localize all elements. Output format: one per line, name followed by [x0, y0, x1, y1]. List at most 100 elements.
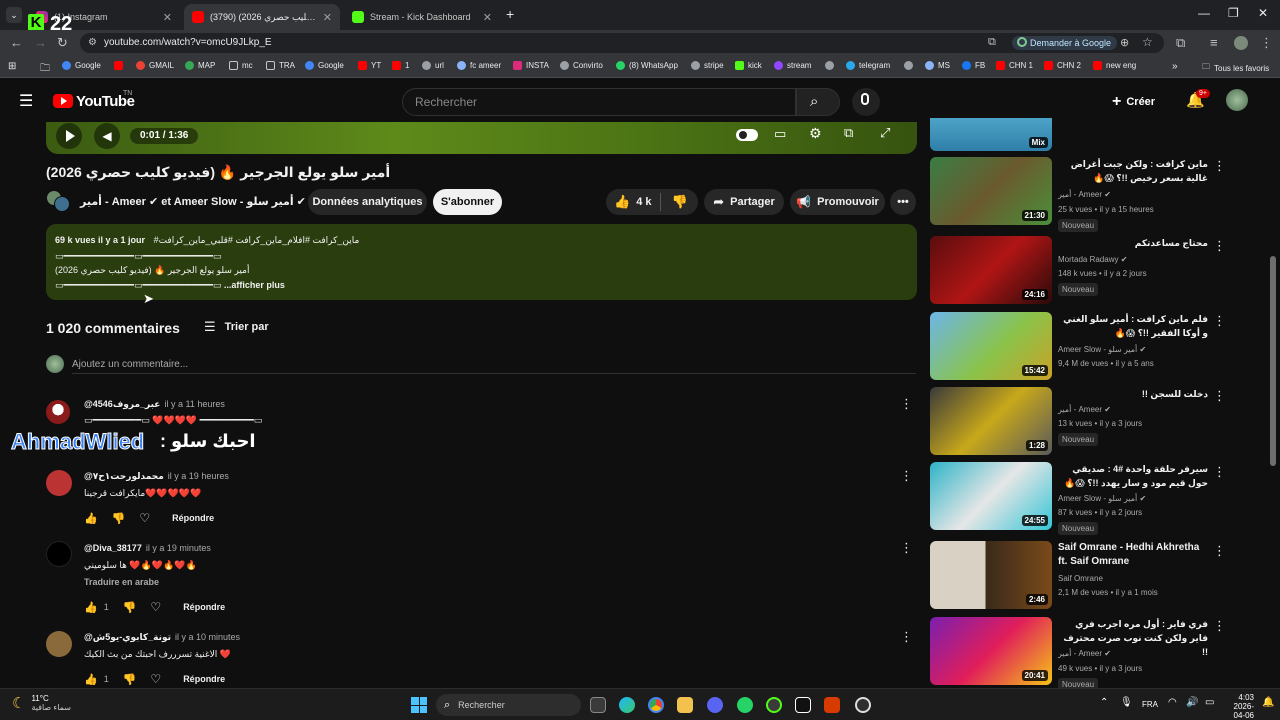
- maximize-button[interactable]: ❐: [1228, 6, 1239, 20]
- bookmark-tra[interactable]: TRA: [266, 61, 295, 70]
- dislike-icon[interactable]: 👎: [123, 601, 137, 614]
- reply-button[interactable]: Répondre: [183, 602, 225, 612]
- comment-author[interactable]: @محمدلورحت١ح٧ il y a 19 heures: [84, 471, 229, 482]
- subscribe-button[interactable]: S'abonner: [433, 189, 502, 215]
- video-channel[interactable]: أمير - Ameer ✔: [1058, 190, 1111, 199]
- comment-menu-icon[interactable]: ⋮: [900, 468, 913, 484]
- close-icon[interactable]: ✕: [477, 11, 492, 24]
- video-title[interactable]: محتاج مساعدتكم: [1058, 236, 1208, 250]
- promote-button[interactable]: 📢 Promouvoir: [790, 189, 885, 215]
- video-menu-icon[interactable]: ⋮: [1213, 618, 1226, 634]
- close-icon[interactable]: ✕: [317, 11, 332, 24]
- kick-app-icon[interactable]: [766, 697, 782, 713]
- bookmark-gmail[interactable]: GMAIL: [136, 61, 174, 70]
- voice-search-button[interactable]: [852, 88, 880, 116]
- tray-chevron-icon[interactable]: ⌃: [1100, 697, 1108, 708]
- heart-icon[interactable]: ♡: [150, 672, 161, 686]
- microphone-tray-icon[interactable]: 🎙: [1120, 697, 1133, 708]
- video-title[interactable]: Saif Omrane - Hedhi Akhretha ft. Saif Om…: [1058, 541, 1208, 569]
- whatsapp-icon[interactable]: [737, 697, 753, 713]
- battery-icon[interactable]: ▭: [1205, 697, 1214, 708]
- heart-icon[interactable]: ♡: [150, 600, 161, 614]
- avatar[interactable]: [46, 400, 70, 424]
- bookmark-stripe[interactable]: stripe: [691, 61, 724, 70]
- video-thumbnail[interactable]: 15:42: [930, 312, 1052, 380]
- reload-button[interactable]: ↻: [57, 35, 68, 51]
- avatar[interactable]: [46, 541, 72, 567]
- video-channel[interactable]: Saif Omrane: [1058, 574, 1103, 583]
- video-title[interactable]: دخلت للسجن !!: [1058, 387, 1208, 401]
- start-button[interactable]: [411, 697, 427, 713]
- description-box[interactable]: 69 k vues il y a 1 jour #ماين_كرافت #افل…: [46, 224, 917, 300]
- video-menu-icon[interactable]: ⋮: [1213, 158, 1226, 174]
- clock[interactable]: 4:03 2026-04-06: [1222, 693, 1254, 720]
- like-button[interactable]: 👍 4 k: [606, 194, 651, 210]
- media-icon[interactable]: ≡: [1210, 35, 1218, 50]
- autoplay-toggle[interactable]: [736, 129, 758, 141]
- search-input[interactable]: Rechercher: [402, 88, 796, 116]
- task-view-icon[interactable]: [590, 697, 606, 713]
- bookmark-url[interactable]: url: [422, 61, 444, 70]
- bookmark-telegram[interactable]: telegram: [846, 61, 890, 70]
- bookmark-folder-icon[interactable]: 🗀: [40, 61, 50, 78]
- weather-widget[interactable]: ☾ 11°C سماء صافية: [12, 694, 71, 712]
- video-thumbnail[interactable]: 21:30: [930, 157, 1052, 225]
- office-icon[interactable]: [824, 697, 840, 713]
- video-channel[interactable]: Mortada Radawy ✔: [1058, 255, 1127, 264]
- more-bookmarks-icon[interactable]: »: [1172, 61, 1178, 72]
- wifi-icon[interactable]: ◠: [1168, 697, 1177, 708]
- video-title[interactable]: سيرفر حلقة واحدة #4 : صديقي حول قيم مود …: [1058, 462, 1208, 490]
- close-window-button[interactable]: ✕: [1258, 6, 1268, 20]
- volume-tray-icon[interactable]: 🔊: [1186, 697, 1198, 708]
- obs-icon[interactable]: [855, 697, 871, 713]
- bookmark-chn2[interactable]: CHN 2: [1044, 61, 1081, 70]
- avatar[interactable]: [46, 470, 72, 496]
- account-avatar[interactable]: [1226, 89, 1248, 111]
- bookmark-fc-ameer[interactable]: fc ameer: [457, 61, 501, 70]
- install-app-icon[interactable]: ⧉: [988, 36, 996, 49]
- forward-button[interactable]: →: [34, 35, 47, 50]
- like-icon[interactable]: 👍: [84, 512, 98, 525]
- hashtags[interactable]: #ماين_كرافت #افلام_ماين_كرافت #قلبي_ماين…: [154, 235, 360, 245]
- close-icon[interactable]: ✕: [157, 11, 172, 24]
- create-button[interactable]: + Créer: [1112, 93, 1155, 111]
- bookmark-star-icon[interactable]: ☆: [1142, 35, 1153, 49]
- bookmark-globe-2[interactable]: [904, 61, 917, 70]
- miniplayer-icon[interactable]: ⧉: [844, 125, 853, 141]
- video-channel[interactable]: أمير - Ameer ✔: [1058, 649, 1111, 658]
- reply-button[interactable]: Répondre: [183, 674, 225, 684]
- more-actions-button[interactable]: •••: [890, 189, 916, 215]
- bookmark-google-2[interactable]: Google: [305, 61, 344, 70]
- menu-icon[interactable]: ⋮: [1260, 35, 1273, 51]
- minimize-button[interactable]: —: [1198, 6, 1210, 20]
- video-thumbnail[interactable]: Mix: [930, 118, 1052, 151]
- bookmark-insta[interactable]: INSTA: [513, 61, 549, 70]
- edge-icon[interactable]: [619, 697, 635, 713]
- bookmark-mc[interactable]: mc: [229, 61, 253, 70]
- play-button[interactable]: [56, 123, 82, 149]
- settings-gear-icon[interactable]: ⚙: [809, 125, 822, 142]
- video-thumbnail[interactable]: 24:16: [930, 236, 1052, 304]
- video-player[interactable]: ◀ 0:01 / 1:36 ▭ ⚙ ⧉ ⤢: [46, 122, 917, 154]
- bookmark-whatsapp[interactable]: (8) WhatsApp: [616, 61, 678, 70]
- dislike-icon[interactable]: 👎: [112, 512, 126, 525]
- add-comment-input[interactable]: Ajoutez un commentaire...: [72, 356, 916, 374]
- search-button[interactable]: ⌕: [796, 88, 840, 116]
- bookmark-map[interactable]: MAP: [185, 61, 215, 70]
- video-title[interactable]: ماين كرافت : ولكن جبت أغراض غالية بسعر ر…: [1058, 157, 1208, 185]
- back-button[interactable]: ←: [10, 35, 23, 50]
- address-bar[interactable]: ⚙ youtube.com/watch?v=omcU9JLkp_E ⧉ Dema…: [80, 33, 1164, 53]
- dislike-icon[interactable]: 👎: [123, 673, 137, 686]
- like-icon[interactable]: 👍: [84, 673, 98, 686]
- bookmark-google[interactable]: Google: [62, 61, 101, 70]
- subtitles-icon[interactable]: ▭: [774, 126, 786, 142]
- all-bookmarks[interactable]: 🗀 Tous les favoris: [1202, 61, 1269, 75]
- zoom-icon[interactable]: ⊕: [1120, 36, 1129, 49]
- extensions-icon[interactable]: ⧉: [1176, 35, 1185, 51]
- video-channel[interactable]: Ameer Slow - أمير سلو ✔: [1058, 345, 1146, 354]
- new-tab-button[interactable]: +: [506, 6, 514, 22]
- share-button[interactable]: ➦ Partager: [704, 189, 784, 215]
- profile-avatar[interactable]: [1234, 36, 1248, 50]
- comment-author[interactable]: @4546عبر_مروف il y a 11 heures: [84, 399, 225, 410]
- site-info-icon[interactable]: ⚙: [88, 37, 97, 48]
